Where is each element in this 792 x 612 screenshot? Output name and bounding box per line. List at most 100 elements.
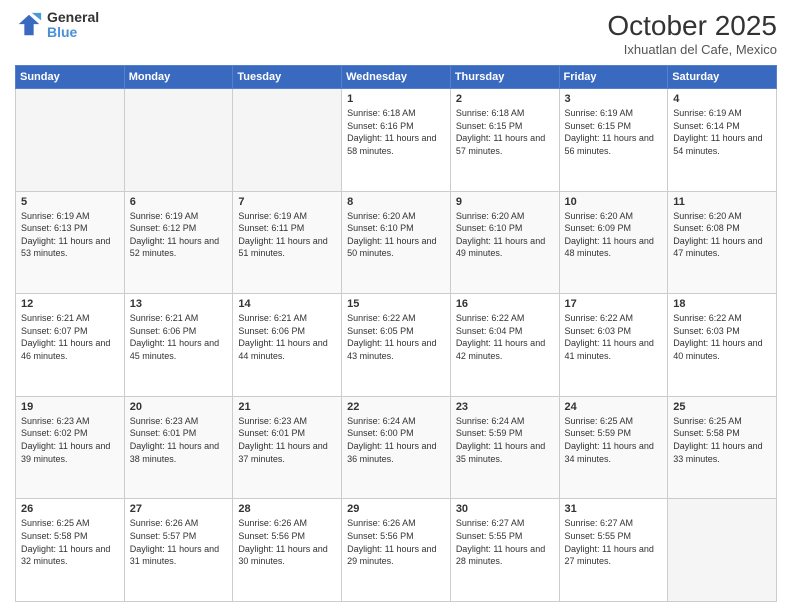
- day-info: Sunrise: 6:27 AM Sunset: 5:55 PM Dayligh…: [456, 517, 554, 567]
- day-info: Sunrise: 6:18 AM Sunset: 6:16 PM Dayligh…: [347, 107, 445, 157]
- calendar-week-row: 12 Sunrise: 6:21 AM Sunset: 6:07 PM Dayli…: [16, 294, 777, 397]
- day-info: Sunrise: 6:26 AM Sunset: 5:56 PM Dayligh…: [347, 517, 445, 567]
- day-info: Sunrise: 6:22 AM Sunset: 6:03 PM Dayligh…: [565, 312, 663, 362]
- calendar-cell: 10 Sunrise: 6:20 AM Sunset: 6:09 PM Dayli…: [559, 191, 668, 294]
- calendar-cell: 16Sunrise: 6:22 AM Sunset: 6:04 PM Dayli…: [450, 294, 559, 397]
- calendar-cell: 1Sunrise: 6:18 AM Sunset: 6:16 PM Daylig…: [342, 89, 451, 192]
- calendar-cell: 12 Sunrise: 6:21 AM Sunset: 6:07 PM Dayli…: [16, 294, 125, 397]
- day-number: 31: [565, 503, 663, 515]
- day-number: 9: [456, 196, 554, 208]
- day-info: Sunrise: 6:19 AM Sunset: 6:15 PM Dayligh…: [565, 107, 663, 157]
- day-number: 11: [673, 196, 771, 208]
- day-info: Sunrise: 6:19 AM Sunset: 6:12 PM Dayligh…: [130, 210, 228, 260]
- logo-icon: [15, 11, 43, 39]
- day-number: 27: [130, 503, 228, 515]
- calendar-cell: 31 Sunrise: 6:27 AM Sunset: 5:55 PM Dayli…: [559, 499, 668, 602]
- day-info: Sunrise: 6:25 AM Sunset: 5:58 PM Dayligh…: [673, 415, 771, 465]
- day-number: 13: [130, 298, 228, 310]
- day-number: 4: [673, 93, 771, 105]
- calendar-subtitle: Ixhuatlan del Cafe, Mexico: [607, 42, 777, 57]
- day-info: Sunrise: 6:27 AM Sunset: 5:55 PM Dayligh…: [565, 517, 663, 567]
- day-info: Sunrise: 6:26 AM Sunset: 5:57 PM Dayligh…: [130, 517, 228, 567]
- day-number: 12: [21, 298, 119, 310]
- day-info: Sunrise: 6:20 AM Sunset: 6:09 PM Dayligh…: [565, 210, 663, 260]
- day-number: 7: [238, 196, 336, 208]
- calendar-cell: 8 Sunrise: 6:20 AM Sunset: 6:10 PM Daylig…: [342, 191, 451, 294]
- day-number: 23: [456, 401, 554, 413]
- calendar-cell: 23 Sunrise: 6:24 AM Sunset: 5:59 PM Dayli…: [450, 396, 559, 499]
- weekday-header: Wednesday: [342, 66, 451, 89]
- day-number: 15: [347, 298, 445, 310]
- calendar-cell: 24 Sunrise: 6:25 AM Sunset: 5:59 PM Dayli…: [559, 396, 668, 499]
- day-info: Sunrise: 6:20 AM Sunset: 6:10 PM Dayligh…: [456, 210, 554, 260]
- weekday-header: Sunday: [16, 66, 125, 89]
- day-number: 22: [347, 401, 445, 413]
- day-info: Sunrise: 6:19 AM Sunset: 6:11 PM Dayligh…: [238, 210, 336, 260]
- calendar-cell: 29 Sunrise: 6:26 AM Sunset: 5:56 PM Dayli…: [342, 499, 451, 602]
- calendar-cell: 26 Sunrise: 6:25 AM Sunset: 5:58 PM Dayli…: [16, 499, 125, 602]
- weekday-header: Tuesday: [233, 66, 342, 89]
- day-info: Sunrise: 6:20 AM Sunset: 6:08 PM Dayligh…: [673, 210, 771, 260]
- day-number: 19: [21, 401, 119, 413]
- calendar-title: October 2025: [607, 10, 777, 42]
- day-number: 8: [347, 196, 445, 208]
- header: General Blue October 2025 Ixhuatlan del …: [15, 10, 777, 57]
- day-info: Sunrise: 6:22 AM Sunset: 6:03 PM Dayligh…: [673, 312, 771, 362]
- calendar-cell: 13 Sunrise: 6:21 AM Sunset: 6:06 PM Dayli…: [124, 294, 233, 397]
- page: General Blue October 2025 Ixhuatlan del …: [0, 0, 792, 612]
- weekday-header-row: SundayMondayTuesdayWednesdayThursdayFrid…: [16, 66, 777, 89]
- day-number: 17: [565, 298, 663, 310]
- calendar-cell: [668, 499, 777, 602]
- day-number: 28: [238, 503, 336, 515]
- weekday-header: Monday: [124, 66, 233, 89]
- logo: General Blue: [15, 10, 99, 41]
- day-info: Sunrise: 6:20 AM Sunset: 6:10 PM Dayligh…: [347, 210, 445, 260]
- calendar-cell: 4Sunrise: 6:19 AM Sunset: 6:14 PM Daylig…: [668, 89, 777, 192]
- day-info: Sunrise: 6:24 AM Sunset: 6:00 PM Dayligh…: [347, 415, 445, 465]
- calendar-week-row: 26 Sunrise: 6:25 AM Sunset: 5:58 PM Dayli…: [16, 499, 777, 602]
- day-number: 18: [673, 298, 771, 310]
- day-info: Sunrise: 6:25 AM Sunset: 5:58 PM Dayligh…: [21, 517, 119, 567]
- day-number: 24: [565, 401, 663, 413]
- day-info: Sunrise: 6:25 AM Sunset: 5:59 PM Dayligh…: [565, 415, 663, 465]
- day-info: Sunrise: 6:23 AM Sunset: 6:01 PM Dayligh…: [238, 415, 336, 465]
- calendar-table: SundayMondayTuesdayWednesdayThursdayFrid…: [15, 65, 777, 602]
- day-number: 16: [456, 298, 554, 310]
- day-number: 20: [130, 401, 228, 413]
- day-number: 2: [456, 93, 554, 105]
- calendar-cell: 22 Sunrise: 6:24 AM Sunset: 6:00 PM Dayli…: [342, 396, 451, 499]
- calendar-week-row: 1Sunrise: 6:18 AM Sunset: 6:16 PM Daylig…: [16, 89, 777, 192]
- calendar-cell: 19 Sunrise: 6:23 AM Sunset: 6:02 PM Dayli…: [16, 396, 125, 499]
- day-info: Sunrise: 6:26 AM Sunset: 5:56 PM Dayligh…: [238, 517, 336, 567]
- calendar-cell: 6 Sunrise: 6:19 AM Sunset: 6:12 PM Daylig…: [124, 191, 233, 294]
- day-number: 5: [21, 196, 119, 208]
- calendar-cell: 30 Sunrise: 6:27 AM Sunset: 5:55 PM Dayli…: [450, 499, 559, 602]
- logo-line2: Blue: [47, 25, 99, 40]
- calendar-cell: 14Sunrise: 6:21 AM Sunset: 6:06 PM Dayli…: [233, 294, 342, 397]
- calendar-cell: 3 Sunrise: 6:19 AM Sunset: 6:15 PM Daylig…: [559, 89, 668, 192]
- day-info: Sunrise: 6:21 AM Sunset: 6:07 PM Dayligh…: [21, 312, 119, 362]
- calendar-cell: 7 Sunrise: 6:19 AM Sunset: 6:11 PM Daylig…: [233, 191, 342, 294]
- day-number: 6: [130, 196, 228, 208]
- calendar-cell: 5Sunrise: 6:19 AM Sunset: 6:13 PM Daylig…: [16, 191, 125, 294]
- weekday-header: Saturday: [668, 66, 777, 89]
- day-number: 3: [565, 93, 663, 105]
- day-number: 14: [238, 298, 336, 310]
- day-info: Sunrise: 6:22 AM Sunset: 6:05 PM Dayligh…: [347, 312, 445, 362]
- day-number: 10: [565, 196, 663, 208]
- day-info: Sunrise: 6:21 AM Sunset: 6:06 PM Dayligh…: [130, 312, 228, 362]
- calendar-cell: 25Sunrise: 6:25 AM Sunset: 5:58 PM Dayli…: [668, 396, 777, 499]
- calendar-cell: 18 Sunrise: 6:22 AM Sunset: 6:03 PM Dayli…: [668, 294, 777, 397]
- day-info: Sunrise: 6:23 AM Sunset: 6:01 PM Dayligh…: [130, 415, 228, 465]
- day-number: 26: [21, 503, 119, 515]
- day-info: Sunrise: 6:18 AM Sunset: 6:15 PM Dayligh…: [456, 107, 554, 157]
- calendar-cell: [16, 89, 125, 192]
- day-info: Sunrise: 6:23 AM Sunset: 6:02 PM Dayligh…: [21, 415, 119, 465]
- weekday-header: Thursday: [450, 66, 559, 89]
- calendar-cell: 20 Sunrise: 6:23 AM Sunset: 6:01 PM Dayli…: [124, 396, 233, 499]
- day-number: 21: [238, 401, 336, 413]
- calendar-cell: 15 Sunrise: 6:22 AM Sunset: 6:05 PM Dayli…: [342, 294, 451, 397]
- day-number: 30: [456, 503, 554, 515]
- day-number: 29: [347, 503, 445, 515]
- day-info: Sunrise: 6:24 AM Sunset: 5:59 PM Dayligh…: [456, 415, 554, 465]
